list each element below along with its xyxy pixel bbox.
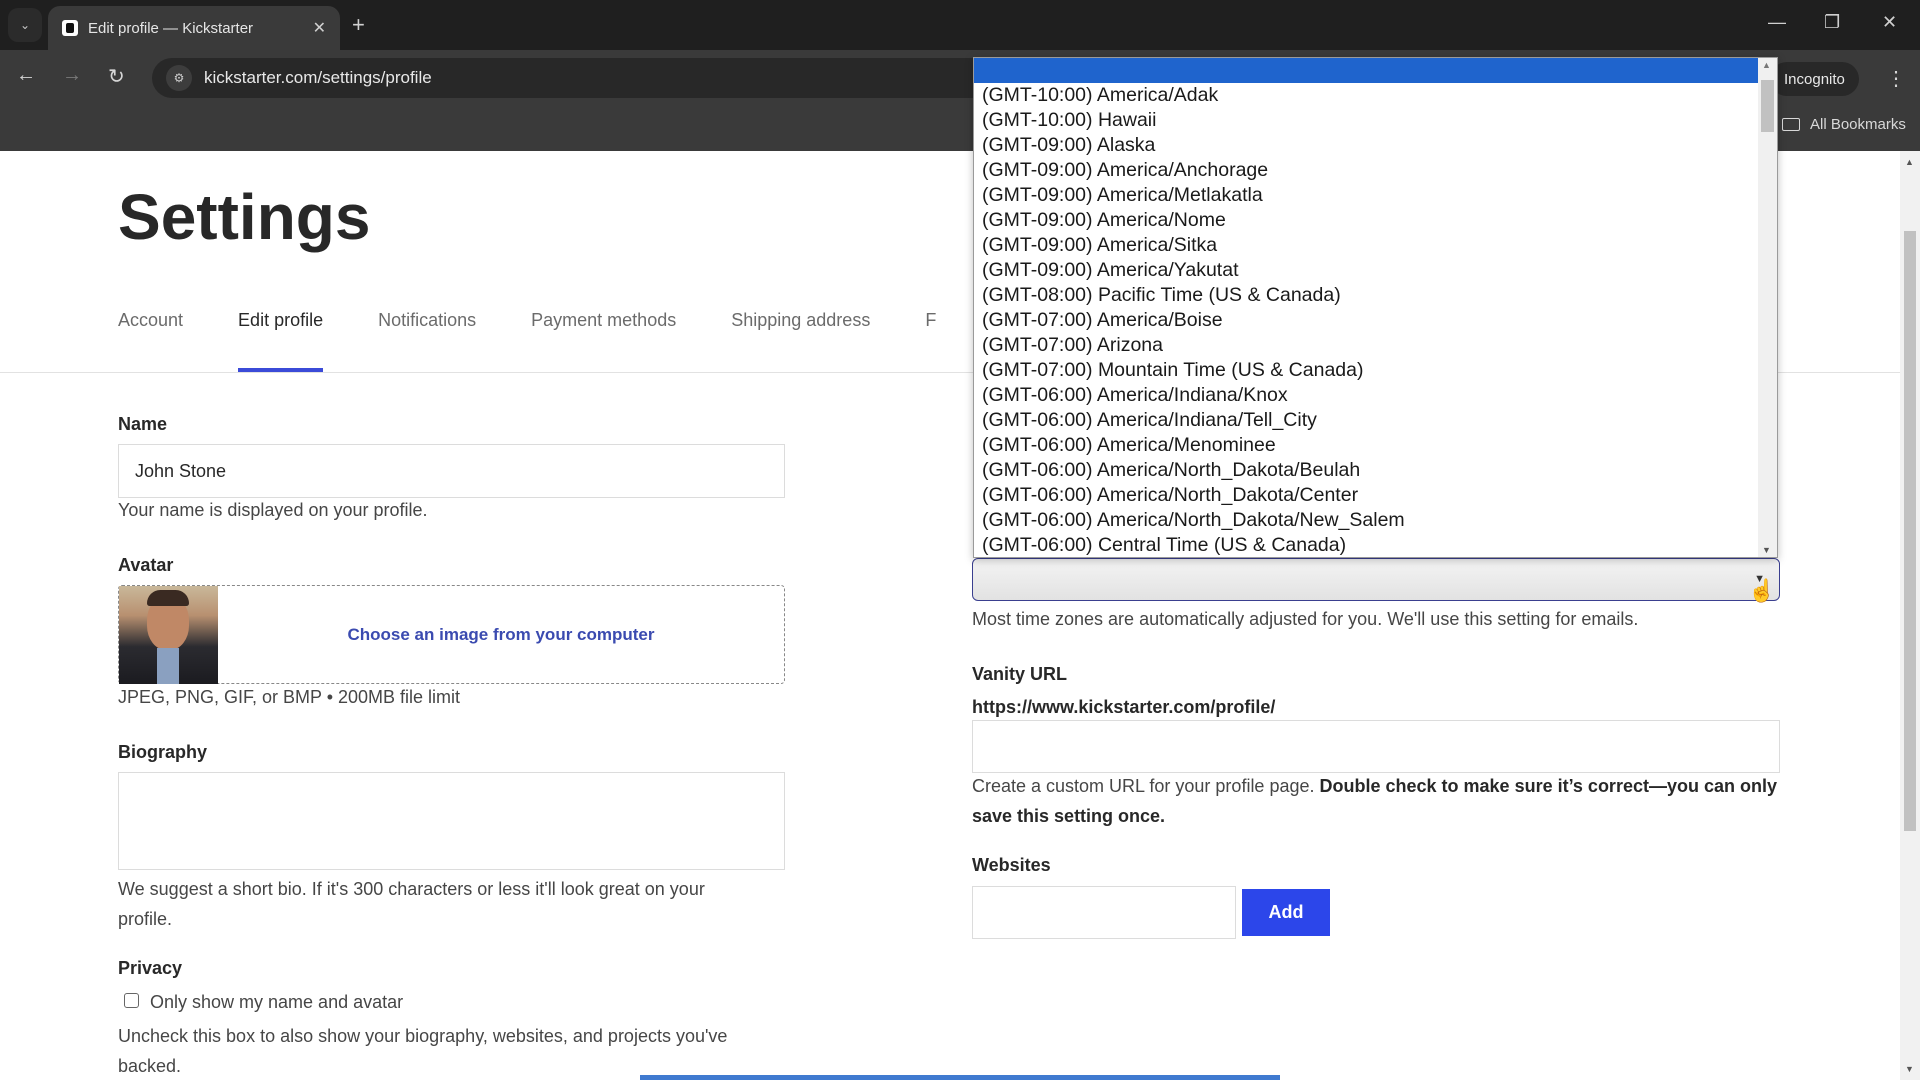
new-tab-button[interactable]: + [352,12,365,38]
timezone-option[interactable]: (GMT-09:00) America/Yakutat [974,258,1758,283]
vanity-url-prefix: https://www.kickstarter.com/profile/ [972,697,1276,717]
timezone-option[interactable]: (GMT-06:00) Central Time (US & Canada) [974,533,1758,557]
timezone-option[interactable]: (GMT-09:00) America/Anchorage [974,158,1758,183]
browser-tab[interactable]: Edit profile — Kickstarter ✕ [48,6,340,50]
tab-notifications[interactable]: Notifications [378,310,476,372]
dropdown-scroll-down-icon[interactable]: ▼ [1762,545,1771,555]
vanity-url-help-text: Create a custom URL for your profile pag… [972,776,1320,796]
scroll-down-icon[interactable]: ▼ [1905,1064,1914,1074]
bottom-progress-bar [640,1075,1280,1080]
restore-icon[interactable]: ❐ [1824,12,1840,33]
timezone-help: Most time zones are automatically adjust… [972,609,1639,629]
vanity-url-input[interactable] [972,720,1780,773]
biography-textarea[interactable] [118,772,785,870]
timezone-option[interactable]: (GMT-09:00) America/Nome [974,208,1758,233]
tab-payment-methods[interactable]: Payment methods [531,310,676,372]
forward-arrow-icon[interactable]: → [62,64,82,87]
timezone-option[interactable]: (GMT-06:00) America/North_Dakota/Center [974,483,1758,508]
name-value: John Stone [135,460,227,481]
window-close-icon[interactable]: ✕ [1882,12,1897,33]
timezone-option[interactable]: (GMT-10:00) Hawaii [974,108,1758,133]
chevron-down-icon: ⌄ [19,18,31,32]
timezone-option[interactable]: (GMT-07:00) America/Boise [974,308,1758,333]
tab-shipping-address[interactable]: Shipping address [731,310,870,372]
dropdown-scrollbar[interactable]: ▲ ▼ [1758,58,1777,557]
folder-icon [1782,118,1800,131]
websites-label: Websites [972,855,1051,875]
biography-label: Biography [118,742,208,762]
incognito-badge[interactable]: Incognito [1770,62,1859,96]
choose-image-link[interactable]: Choose an image from your computer [218,586,784,683]
name-input[interactable]: John Stone [118,444,785,498]
biography-help: We suggest a short bio. If it's 300 char… [118,879,705,929]
timezone-option[interactable]: (GMT-06:00) America/North_Dakota/New_Sal… [974,508,1758,533]
tab-edit-profile[interactable]: Edit profile [238,310,324,372]
scroll-up-icon[interactable]: ▲ [1905,157,1914,167]
privacy-label: Privacy [118,958,183,978]
timezone-option[interactable]: (GMT-08:00) Pacific Time (US & Canada) [974,283,1758,308]
close-tab-icon[interactable]: ✕ [313,18,326,38]
all-bookmarks-button[interactable]: All Bookmarks [1782,116,1906,133]
add-website-button[interactable]: Add [1242,889,1330,936]
more-menu-icon[interactable]: ⋮ [1886,66,1906,91]
settings-tabs: Account Edit profile Notifications Payme… [118,310,991,372]
tab-title: Edit profile — Kickstarter [88,19,254,37]
url-text: kickstarter.com/settings/profile [204,68,432,87]
timezone-option[interactable]: (GMT-07:00) Mountain Time (US & Canada) [974,358,1758,383]
back-arrow-icon[interactable]: ← [16,64,36,87]
vanity-url-help: Create a custom URL for your profile pag… [972,771,1782,831]
all-bookmarks-label: All Bookmarks [1810,116,1906,133]
name-label: Name [118,414,168,434]
avatar-label: Avatar [118,555,174,575]
avatar-image [119,586,218,684]
timezone-option[interactable]: (GMT-07:00) Arizona [974,333,1758,358]
reload-icon[interactable]: ↻ [108,64,125,89]
privacy-checkbox[interactable] [124,993,139,1008]
timezone-option-selected-blank[interactable] [974,58,1758,83]
timezone-option[interactable]: (GMT-06:00) America/North_Dakota/Beulah [974,458,1758,483]
timezone-option[interactable]: (GMT-09:00) Alaska [974,133,1758,158]
name-help: Your name is displayed on your profile. [118,500,428,520]
timezone-select[interactable]: ▼ [972,558,1780,601]
page-scrollbar[interactable]: ▲ ▼ [1900,151,1920,1080]
hand-cursor-icon: ☝ [1748,578,1776,603]
scrollbar-thumb[interactable] [1904,231,1916,831]
website-input[interactable] [972,886,1236,939]
timezone-option[interactable]: (GMT-06:00) America/Indiana/Tell_City [974,408,1758,433]
page-title: Settings [118,181,371,253]
avatar-help: JPEG, PNG, GIF, or BMP • 200MB file limi… [118,687,461,707]
privacy-checkbox-label[interactable]: Only show my name and avatar [150,987,403,1017]
timezone-option[interactable]: (GMT-09:00) America/Metlakatla [974,183,1758,208]
vanity-url-label: Vanity URL [972,664,1068,684]
tab-following[interactable]: F [925,310,936,372]
timezone-option[interactable]: (GMT-10:00) America/Adak [974,83,1758,108]
timezone-option[interactable]: (GMT-06:00) America/Menominee [974,433,1758,458]
timezone-option[interactable]: (GMT-09:00) America/Sitka [974,233,1758,258]
dropdown-scroll-up-icon[interactable]: ▲ [1762,60,1771,70]
minimize-icon[interactable]: — [1768,12,1786,33]
tab-account[interactable]: Account [118,310,183,372]
timezone-option[interactable]: (GMT-06:00) America/Indiana/Knox [974,383,1758,408]
dropdown-scrollbar-thumb[interactable] [1761,80,1774,132]
avatar-dropzone[interactable]: Choose an image from your computer [118,585,785,684]
timezone-dropdown-list[interactable]: (GMT-10:00) America/Adak (GMT-10:00) Hawa… [973,57,1778,558]
kickstarter-favicon-icon [62,20,78,36]
site-info-icon[interactable]: ⚙ [166,65,192,91]
tab-search-button[interactable]: ⌄ [8,8,42,42]
privacy-help: Uncheck this box to also show your biogr… [118,1026,728,1076]
